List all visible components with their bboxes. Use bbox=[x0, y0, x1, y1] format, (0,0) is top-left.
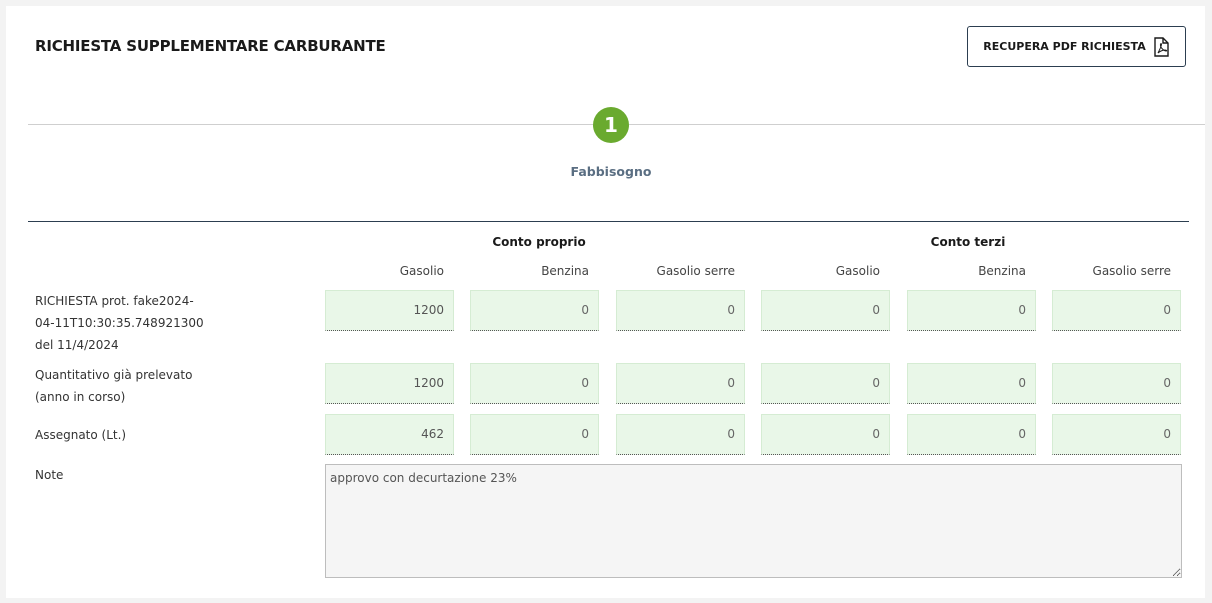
prelevato-benzina-cp-input[interactable] bbox=[470, 363, 599, 404]
column-header: Gasolio bbox=[835, 264, 880, 278]
pdf-button-label: RECUPERA PDF RICHIESTA bbox=[983, 40, 1146, 53]
row-label-line: Quantitativo già prelevato bbox=[35, 368, 193, 382]
note-label: Note bbox=[35, 468, 64, 482]
page-title: RICHIESTA SUPPLEMENTARE CARBURANTE bbox=[35, 37, 386, 55]
section-divider bbox=[28, 221, 1189, 222]
column-header: Benzina bbox=[541, 264, 589, 278]
richiesta-gasolio-ct-input[interactable] bbox=[761, 290, 890, 331]
note-textarea[interactable]: approvo con decurtazione 23% bbox=[325, 464, 1182, 578]
column-header: Benzina bbox=[978, 264, 1026, 278]
assegnato-gasolio-ct-input[interactable] bbox=[761, 414, 890, 455]
richiesta-benzina-cp-input[interactable] bbox=[470, 290, 599, 331]
assegnato-gasolio-cp-input[interactable] bbox=[325, 414, 454, 455]
prelevato-gasolio-cp-input[interactable] bbox=[325, 363, 454, 404]
row-label-line: Assegnato (Lt.) bbox=[35, 428, 127, 442]
assegnato-benzina-cp-input[interactable] bbox=[470, 414, 599, 455]
row-label-line: RICHIESTA prot. fake2024- bbox=[35, 294, 194, 308]
prelevato-benzina-ct-input[interactable] bbox=[907, 363, 1036, 404]
step-1-label: Fabbisogno bbox=[570, 164, 652, 179]
richiesta-gasolio-serre-ct-input[interactable] bbox=[1052, 290, 1181, 331]
assegnato-gasolio-serre-cp-input[interactable] bbox=[616, 414, 745, 455]
assegnato-benzina-ct-input[interactable] bbox=[907, 414, 1036, 455]
richiesta-benzina-ct-input[interactable] bbox=[907, 290, 1036, 331]
retrieve-pdf-button[interactable]: RECUPERA PDF RICHIESTA bbox=[967, 26, 1186, 67]
form-card: RICHIESTA SUPPLEMENTARE CARBURANTE RECUP… bbox=[6, 6, 1205, 598]
prelevato-gasolio-serre-ct-input[interactable] bbox=[1052, 363, 1181, 404]
richiesta-gasolio-cp-input[interactable] bbox=[325, 290, 454, 331]
row-label-prelevato: Quantitativo già prelevato (anno in cors… bbox=[35, 364, 245, 408]
group-header-conto-terzi: Conto terzi bbox=[930, 235, 1006, 249]
step-1-indicator[interactable]: 1 bbox=[593, 107, 629, 143]
column-header: Gasolio bbox=[399, 264, 444, 278]
row-label-line: del 11/4/2024 bbox=[35, 338, 119, 352]
richiesta-gasolio-serre-cp-input[interactable] bbox=[616, 290, 745, 331]
column-header: Gasolio serre bbox=[656, 264, 735, 278]
column-header: Gasolio serre bbox=[1092, 264, 1171, 278]
assegnato-gasolio-serre-ct-input[interactable] bbox=[1052, 414, 1181, 455]
row-label-assegnato: Assegnato (Lt.) bbox=[35, 424, 245, 446]
pdf-file-icon bbox=[1152, 36, 1170, 57]
prelevato-gasolio-ct-input[interactable] bbox=[761, 363, 890, 404]
prelevato-gasolio-serre-cp-input[interactable] bbox=[616, 363, 745, 404]
row-label-richiesta: RICHIESTA prot. fake2024- 04-11T10:30:35… bbox=[35, 290, 245, 356]
row-label-line: (anno in corso) bbox=[35, 390, 126, 404]
row-label-line: 04-11T10:30:35.748921300 bbox=[35, 316, 204, 330]
group-header-conto-proprio: Conto proprio bbox=[492, 235, 586, 249]
